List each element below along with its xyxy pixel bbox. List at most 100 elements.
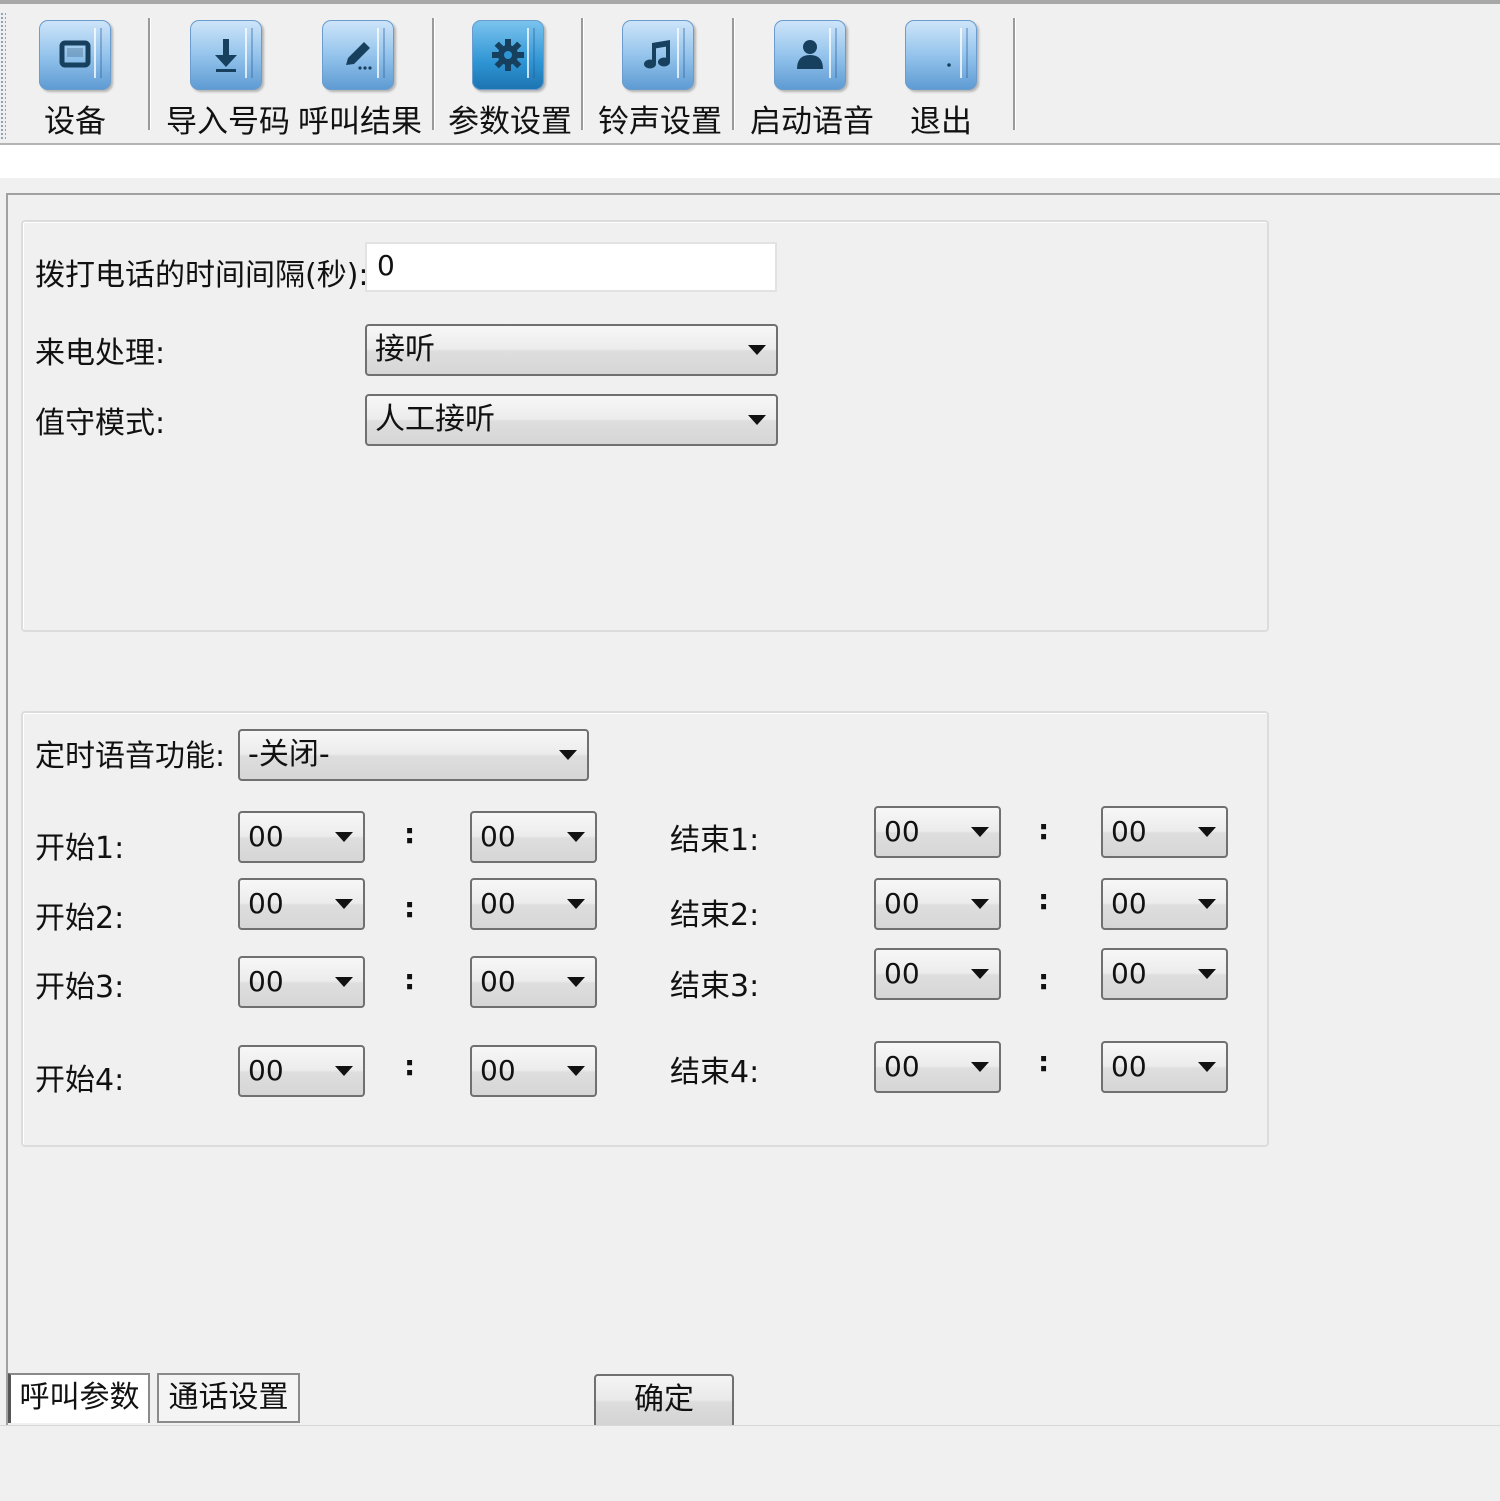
interval-input[interactable]: 0 [365, 242, 777, 292]
end-4-hour-select[interactable]: 00 [874, 1041, 1001, 1093]
start-2-minute-select[interactable]: 00 [470, 878, 597, 930]
time-separator: : [1038, 1045, 1050, 1078]
start-4-hour-select[interactable]: 00 [238, 1045, 365, 1097]
chevron-down-icon [971, 899, 989, 909]
start-3-minute-value: 00 [480, 965, 516, 998]
start-1-minute-select[interactable]: 00 [470, 811, 597, 863]
toolbar-call-result-label: 呼叫结果 [298, 104, 422, 140]
end-3-label: 结束3: [670, 969, 760, 1004]
chevron-down-icon [971, 827, 989, 837]
incoming-select-value: 接听 [375, 332, 435, 367]
end-2-minute-value: 00 [1111, 887, 1147, 920]
start-1-minute-value: 00 [480, 820, 516, 853]
start-3-minute-select[interactable]: 00 [470, 956, 597, 1008]
start-2-label: 开始2: [35, 901, 125, 936]
chevron-down-icon [567, 977, 585, 987]
tab-call-settings[interactable]: 通话设置 [157, 1373, 300, 1423]
end-4-minute-value: 00 [1111, 1050, 1147, 1083]
chevron-down-icon [1198, 899, 1216, 909]
toolbar-import-button[interactable]: 导入号码 [166, 14, 290, 140]
tab-call-params[interactable]: 呼叫参数 [8, 1373, 150, 1423]
chevron-down-icon [1198, 1062, 1216, 1072]
time-separator: : [404, 1049, 416, 1082]
start-1-hour-value: 00 [248, 820, 284, 853]
incoming-select[interactable]: 接听 [365, 324, 778, 376]
chevron-down-icon [971, 1062, 989, 1072]
device-icon [39, 20, 111, 90]
start-1-label: 开始1: [35, 831, 125, 866]
timed-voice-group: 定时语音功能: -关闭- 开始1: 00 : 00 结束1: 00 : 00 开… [21, 711, 1269, 1147]
toolbar-ringtone-button[interactable]: 铃声设置 [598, 14, 722, 140]
time-separator: : [404, 817, 416, 850]
end-4-hour-value: 00 [884, 1050, 920, 1083]
toolbar-separator [581, 18, 584, 130]
start-3-hour-value: 00 [248, 965, 284, 998]
end-2-label: 结束2: [670, 898, 760, 933]
toolbar-import-label: 导入号码 [166, 104, 290, 140]
toolbar-separator [148, 18, 151, 130]
toolbar-exit-button[interactable]: 退出 [884, 14, 998, 140]
start-4-minute-value: 00 [480, 1054, 516, 1087]
start-3-hour-select[interactable]: 00 [238, 956, 365, 1008]
toolbar-exit-label: 退出 [910, 104, 972, 140]
chevron-down-icon [567, 899, 585, 909]
status-area [0, 1425, 1500, 1501]
toolbar-params-label: 参数设置 [448, 104, 572, 140]
end-2-hour-select[interactable]: 00 [874, 878, 1001, 930]
incoming-label: 来电处理: [35, 336, 166, 371]
end-3-hour-value: 00 [884, 957, 920, 990]
end-4-label: 结束4: [670, 1055, 760, 1090]
end-1-hour-select[interactable]: 00 [874, 806, 1001, 858]
end-1-minute-select[interactable]: 00 [1101, 806, 1228, 858]
time-separator: : [1038, 963, 1050, 996]
chevron-down-icon [335, 832, 353, 842]
start-2-hour-value: 00 [248, 887, 284, 920]
duty-mode-select-value: 人工接听 [375, 402, 495, 437]
start-2-hour-select[interactable]: 00 [238, 878, 365, 930]
start-4-minute-select[interactable]: 00 [470, 1045, 597, 1097]
duty-mode-label: 值守模式: [35, 406, 166, 441]
chevron-down-icon [567, 1066, 585, 1076]
toolbar-start-voice-button[interactable]: 启动语音 [750, 14, 874, 140]
end-3-minute-select[interactable]: 00 [1101, 948, 1228, 1000]
chevron-down-icon [567, 832, 585, 842]
chevron-down-icon [335, 899, 353, 909]
end-2-minute-select[interactable]: 00 [1101, 878, 1228, 930]
import-icon [190, 20, 262, 90]
end-2-hour-value: 00 [884, 887, 920, 920]
music-note-icon [622, 20, 694, 90]
exit-icon [905, 20, 977, 90]
duty-mode-select[interactable]: 人工接听 [365, 394, 778, 446]
start-1-hour-select[interactable]: 00 [238, 811, 365, 863]
time-separator: : [1038, 813, 1050, 846]
toolbar-separator [432, 18, 435, 130]
toolbar-ringtone-label: 铃声设置 [598, 104, 722, 140]
chevron-down-icon [335, 1066, 353, 1076]
time-separator: : [404, 963, 416, 996]
toolbar-separator [732, 18, 735, 130]
start-2-minute-value: 00 [480, 887, 516, 920]
end-3-hour-select[interactable]: 00 [874, 948, 1001, 1000]
toolbar-call-result-button[interactable]: 呼叫结果 [298, 14, 422, 140]
timed-voice-select-value: -关闭- [248, 737, 330, 772]
end-4-minute-select[interactable]: 00 [1101, 1041, 1228, 1093]
toolbar-grip[interactable] [0, 12, 6, 140]
chevron-down-icon [1198, 827, 1216, 837]
gear-icon [472, 20, 544, 90]
chevron-down-icon [559, 750, 577, 760]
end-3-minute-value: 00 [1111, 957, 1147, 990]
chevron-down-icon [971, 969, 989, 979]
toolbar-device-button[interactable]: 设备 [18, 14, 132, 140]
end-1-minute-value: 00 [1111, 815, 1147, 848]
chevron-down-icon [748, 345, 766, 355]
start-3-label: 开始3: [35, 970, 125, 1005]
timed-voice-label: 定时语音功能: [35, 739, 226, 774]
toolbar-bottom-strip [0, 145, 1500, 178]
confirm-button[interactable]: 确定 [594, 1374, 734, 1428]
chevron-down-icon [1198, 969, 1216, 979]
toolbar-params-button[interactable]: 参数设置 [448, 14, 572, 140]
toolbar: 设备 导入号码 呼叫结果 参数设置 铃声设置 启动语音 退出 [0, 0, 1500, 145]
time-separator: : [404, 891, 416, 924]
start-4-hour-value: 00 [248, 1054, 284, 1087]
timed-voice-select[interactable]: -关闭- [238, 729, 589, 781]
